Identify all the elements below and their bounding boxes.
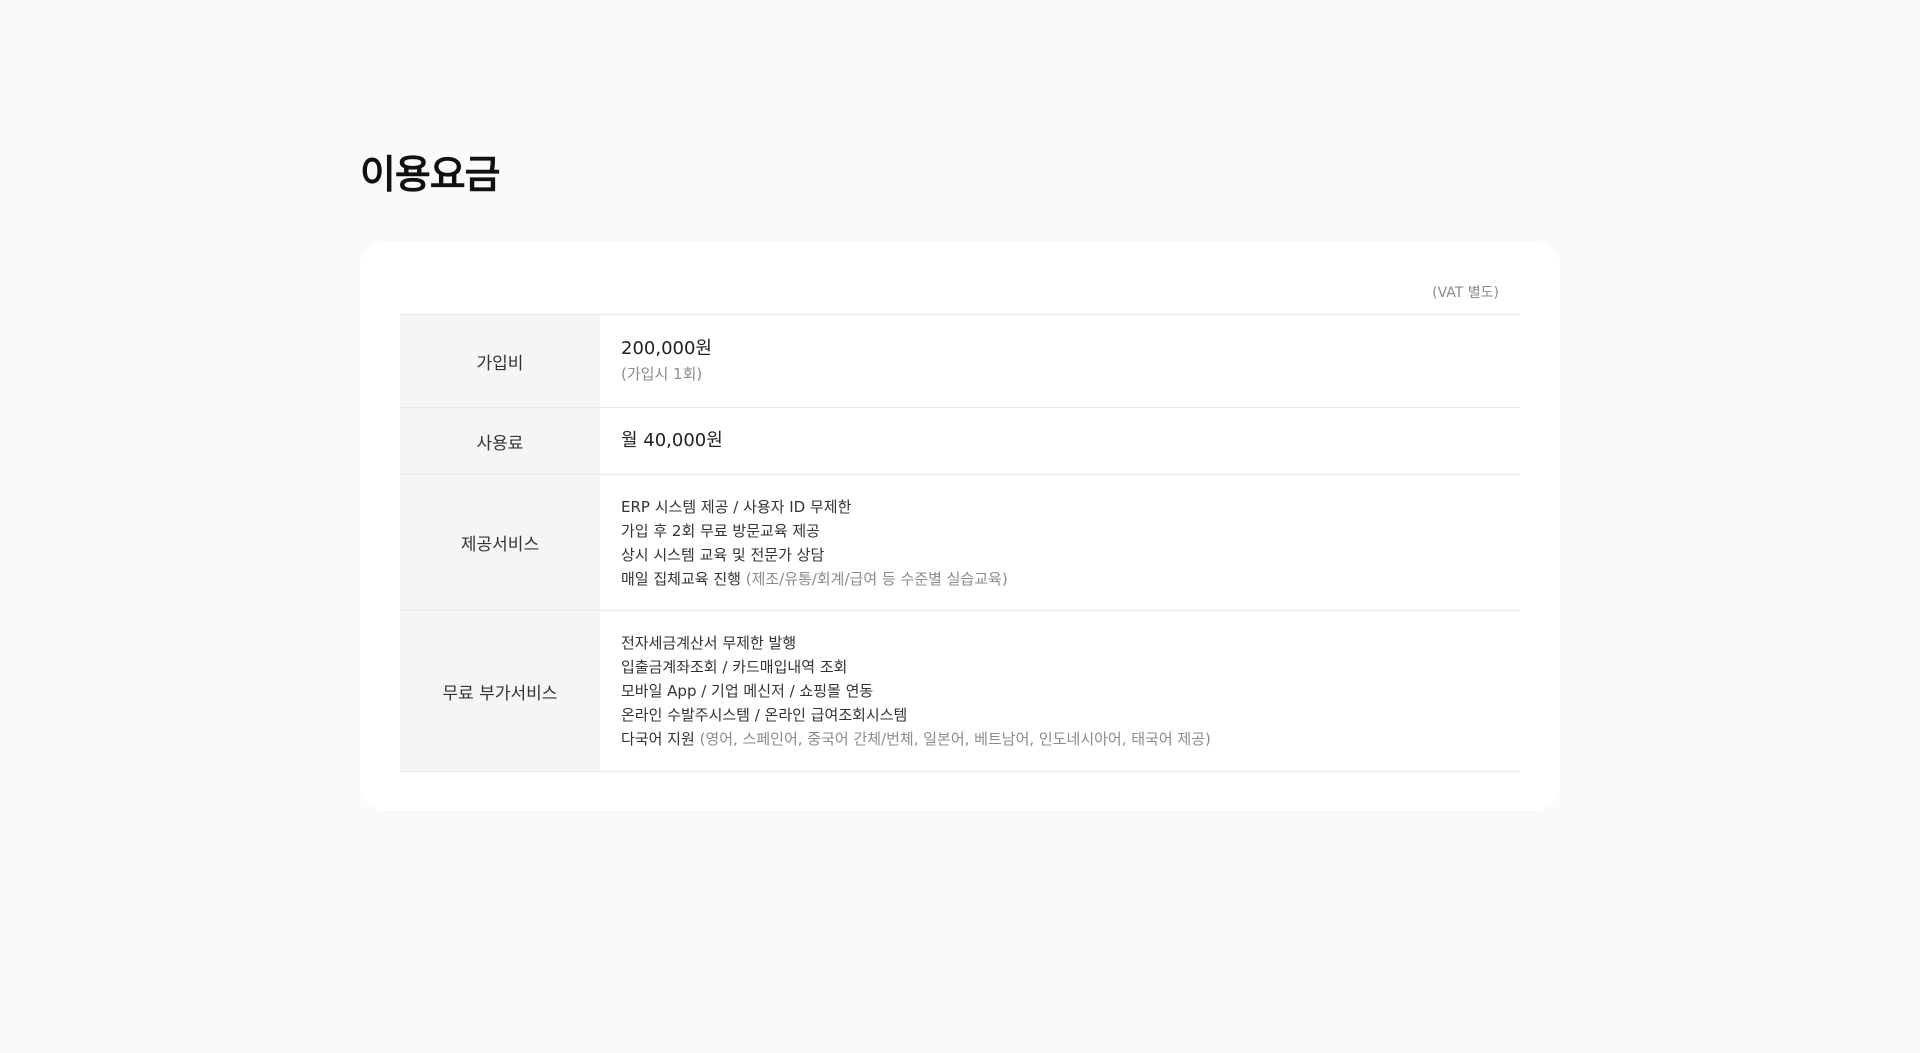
list-item: 모바일 App / 기업 메신저 / 쇼핑몰 연동 [621,679,1520,703]
services-cell: ERP 시스템 제공 / 사용자 ID 무제한 가입 후 2회 무료 방문교육 … [600,474,1520,611]
list-item-text: 상시 시스템 교육 및 전문가 상담 [621,545,825,564]
list-item-text: 모바일 App / 기업 메신저 / 쇼핑몰 연동 [621,682,874,700]
page-title: 이용요금 [360,153,501,198]
table-row-services: 제공서비스 ERP 시스템 제공 / 사용자 ID 무제한 가입 후 2회 무료… [400,474,1520,611]
list-item-text: 온라인 수발주시스템 / 온라인 급여조회시스템 [621,706,908,724]
list-item: 전자세금계산서 무제한 발행 [621,631,1520,655]
signup-fee-cell: 200,000원 (가입시 1회) [600,314,1520,408]
list-item-text: 전자세금계산서 무제한 발행 [621,634,797,652]
signup-fee-label: 가입비 [400,314,600,408]
list-item: 상시 시스템 교육 및 전문가 상담 [621,543,1520,567]
list-item: 가입 후 2회 무료 방문교육 제공 [621,519,1520,543]
pricing-section: 이용요금 (VAT 별도) 가입비 200,000원 (가입시 1회) 사용료 … [360,152,1560,810]
list-item-note: (제조/유통/회계/급여 등 수준별 실습교육) [745,569,1008,588]
table-row-signup-fee: 가입비 200,000원 (가입시 1회) [400,314,1520,408]
vat-note: (VAT 별도) [1432,285,1499,301]
usage-fee-price: 월 40,000원 [621,430,723,451]
list-item-text: 다국어 지원 [621,730,695,748]
list-item-text: 가입 후 2회 무료 방문교육 제공 [621,521,820,540]
pricing-table: 가입비 200,000원 (가입시 1회) 사용료 월 40,000원 제공서비… [400,314,1520,772]
list-item-text: ERP 시스템 제공 / 사용자 ID 무제한 [621,497,852,516]
free-extras-label: 무료 부가서비스 [400,610,600,772]
list-item: ERP 시스템 제공 / 사용자 ID 무제한 [621,495,1520,519]
list-item: 온라인 수발주시스템 / 온라인 급여조회시스템 [621,703,1520,727]
table-row-usage-fee: 사용료 월 40,000원 [400,407,1520,475]
list-item: 다국어 지원 (영어, 스페인어, 중국어 간체/번체, 일본어, 베트남어, … [621,727,1520,751]
list-item: 매일 집체교육 진행 (제조/유통/회계/급여 등 수준별 실습교육) [621,567,1520,591]
list-item-text: 입출금계좌조회 / 카드매입내역 조회 [621,658,848,676]
pricing-card: (VAT 별도) 가입비 200,000원 (가입시 1회) 사용료 월 40,… [360,242,1560,810]
usage-fee-label: 사용료 [400,407,600,475]
free-extras-cell: 전자세금계산서 무제한 발행 입출금계좌조회 / 카드매입내역 조회 모바일 A… [600,610,1520,772]
list-item: 입출금계좌조회 / 카드매입내역 조회 [621,655,1520,679]
signup-fee-note: (가입시 1회) [621,365,703,383]
signup-fee-price: 200,000원 [621,338,712,359]
services-label: 제공서비스 [400,474,600,611]
table-row-free-extras: 무료 부가서비스 전자세금계산서 무제한 발행 입출금계좌조회 / 카드매입내역… [400,610,1520,772]
list-item-note: (영어, 스페인어, 중국어 간체/번체, 일본어, 베트남어, 인도네시아어,… [699,730,1211,748]
usage-fee-cell: 월 40,000원 [600,407,1520,475]
list-item-text: 매일 집체교육 진행 [621,569,741,588]
